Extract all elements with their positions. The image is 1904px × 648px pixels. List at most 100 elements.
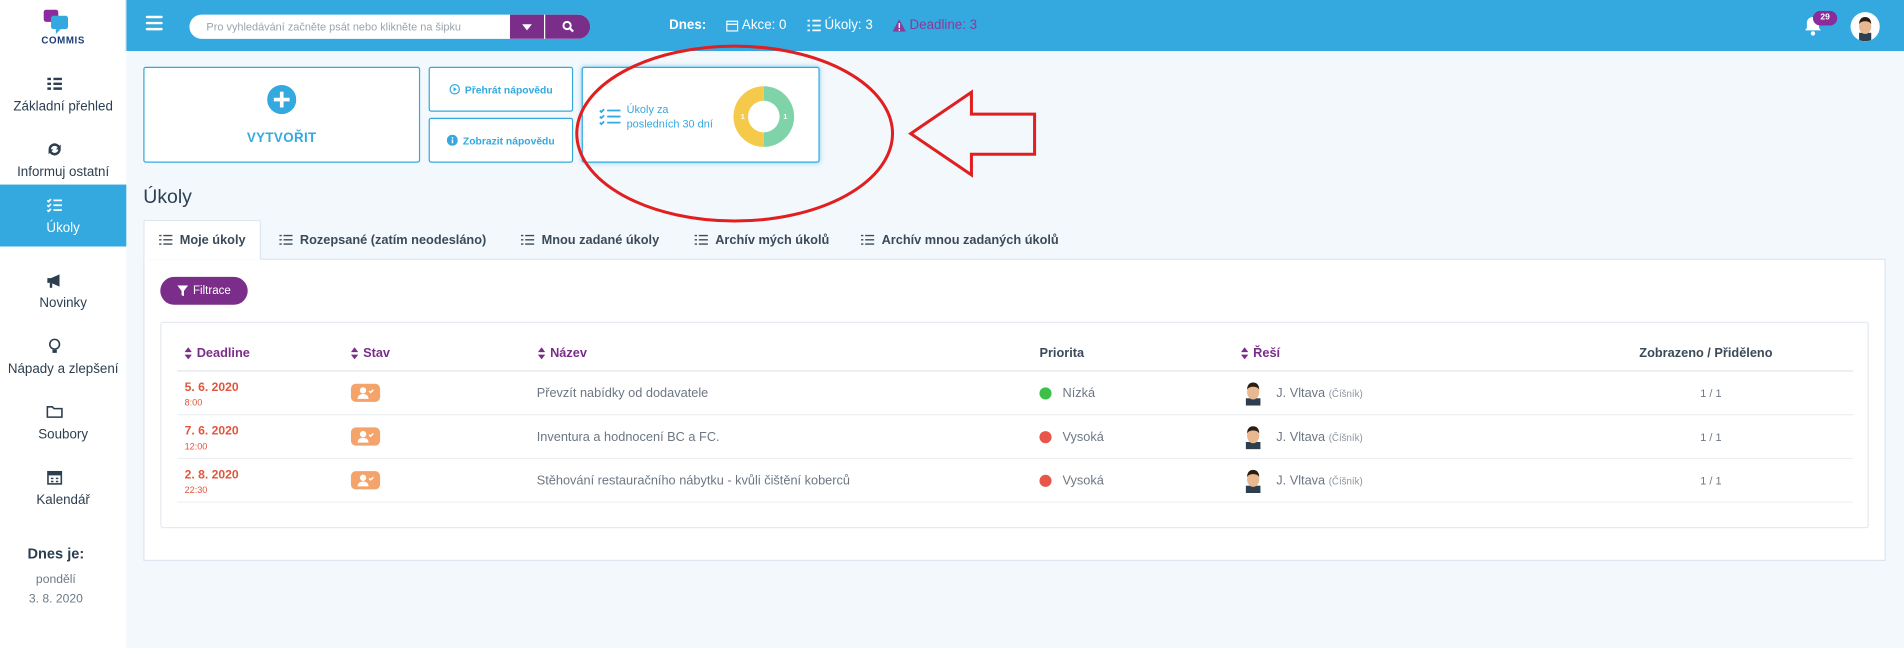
column-header-stav[interactable]: Stav [350, 346, 391, 361]
ukoly-counter[interactable]: Úkoly: 3 [807, 18, 873, 33]
deadline-date: 7. 6. 2020 [184, 425, 239, 439]
sidebar-item-kalendar[interactable]: Kalendář [0, 457, 126, 519]
sidebar-item-prehled[interactable]: Základní přehled [0, 63, 126, 125]
calendar-icon [47, 470, 63, 485]
status-badge [350, 471, 381, 490]
logo-text: COMMIS [41, 35, 85, 47]
play-help-button[interactable]: Přehrát nápovědu [428, 66, 574, 112]
column-header-label: Řeší [1253, 346, 1281, 361]
tab-label: Archív mnou zadaných úkolů [881, 232, 1059, 248]
tab-moje-ukoly[interactable]: Moje úkoly [143, 219, 262, 260]
sidebar-item-label: Novinky [39, 296, 87, 311]
today-label: Dnes: [669, 18, 707, 33]
sidebar-item-label: Informuj ostatní [17, 165, 110, 180]
sidebar: Základní přehled Informuj ostatní Úkoly … [0, 51, 127, 648]
tab-rozepsane[interactable]: Rozepsané (zatím neodesláno) [265, 220, 501, 260]
assignee-name: J. Vltava [1276, 473, 1326, 489]
table-row[interactable]: 2. 8. 2020 22:30 Stěhování restauračního… [177, 459, 1854, 503]
tasks-icon [159, 234, 173, 245]
assignee-name: J. Vltava [1276, 429, 1326, 445]
search-button[interactable] [545, 14, 591, 39]
column-header-label: Stav [363, 346, 391, 361]
today-date: 3. 8. 2020 [28, 592, 83, 606]
page-title: Úkoly [143, 187, 192, 208]
search-bar [189, 14, 591, 39]
assignee-avatar-icon [1245, 426, 1261, 450]
tasks-stats-widget[interactable]: Úkoly za posledních 30 dní 1 1 [581, 66, 820, 163]
lightbulb-icon [48, 338, 61, 353]
sidebar-item-novinky[interactable]: Novinky [0, 260, 126, 322]
akce-counter[interactable]: Akce: 0 [726, 18, 786, 33]
filter-button[interactable]: Filtrace [160, 276, 248, 305]
show-help-button[interactable]: Zobrazit nápovědu [428, 117, 574, 163]
column-header-label: Název [550, 346, 587, 361]
sync-icon [48, 143, 61, 156]
priority-dot [1039, 387, 1052, 400]
donut-left-segment [733, 86, 764, 147]
avatar-icon [1850, 12, 1880, 42]
tab-mnou-zadane[interactable]: Mnou zadané úkoly [506, 220, 673, 260]
tab-label: Archív mých úkolů [715, 232, 830, 248]
sidebar-item-label: Soubory [38, 427, 89, 443]
filter-icon [177, 285, 189, 297]
user-avatar[interactable] [1850, 12, 1880, 42]
deadline-time: 12:00 [184, 440, 208, 452]
sidebar-item-label: Základní přehled [13, 99, 113, 115]
menu-toggle-icon[interactable] [145, 15, 163, 31]
assignee-avatar-icon [1245, 469, 1261, 494]
top-bar: COMMIS Dnes: Akce: 0 Úkoly: 3 Deadline: … [0, 0, 1904, 52]
deadline-counter[interactable]: Deadline: 3 [892, 18, 977, 33]
megaphone-icon [47, 274, 60, 288]
tasks-icon [807, 19, 821, 32]
assignee: J. Vltava (Číšník) [1276, 386, 1362, 401]
task-name: Stěhování restauračního nábytku - kvůli … [536, 473, 850, 489]
assignee-role: (Číšník) [1328, 388, 1363, 400]
sidebar-item-soubory[interactable]: Soubory [0, 391, 126, 453]
donut-chart: 1 1 [733, 86, 795, 147]
sort-icon [1241, 347, 1249, 360]
user-assigned-icon [357, 387, 374, 399]
column-header-resi[interactable]: Řeší [1241, 346, 1280, 361]
column-header-priorita: Priorita [1039, 346, 1084, 361]
column-header-deadline[interactable]: Deadline [184, 346, 250, 361]
create-button[interactable]: VYTVOŘIT [143, 66, 421, 163]
today-day: pondělí [35, 573, 76, 587]
sort-icon [350, 347, 359, 360]
warning-icon [892, 19, 906, 32]
sidebar-item-napady[interactable]: Nápady a zlepšení [0, 325, 126, 387]
tasks-icon [860, 234, 875, 245]
priority-label: Nízká [1062, 386, 1096, 401]
assignee: J. Vltava (Číšník) [1276, 430, 1362, 445]
deadline-date: 5. 6. 2020 [184, 381, 239, 395]
play-circle-icon [449, 84, 460, 95]
tab-archiv-mych[interactable]: Archív mých úkolů [680, 220, 844, 260]
priority-dot [1039, 431, 1052, 444]
show-help-label: Zobrazit nápovědu [462, 134, 555, 147]
filter-label: Filtrace [192, 284, 231, 298]
user-assigned-icon [357, 474, 374, 487]
assignee-name: J. Vltava [1276, 386, 1326, 401]
sidebar-item-ukoly[interactable]: Úkoly [0, 184, 127, 247]
search-input[interactable] [189, 14, 511, 39]
annotation-arrow [908, 89, 1037, 178]
table-row[interactable]: 5. 6. 2020 8:00 Převzít nabídky od dodav… [177, 372, 1854, 416]
logo[interactable]: COMMIS [0, 0, 127, 52]
user-assigned-icon [357, 430, 374, 443]
tab-label: Moje úkoly [179, 232, 246, 248]
notification-badge: 29 [1812, 10, 1838, 26]
assignee-avatar-icon [1245, 382, 1261, 406]
search-icon [562, 20, 574, 33]
task-name: Inventura a hodnocení BC a FC. [536, 429, 720, 445]
logo-icon [43, 9, 69, 35]
table-row[interactable]: 7. 6. 2020 12:00 Inventura a hodnocení B… [177, 415, 1854, 460]
search-dropdown-icon[interactable] [510, 14, 545, 39]
sidebar-item-informuj[interactable]: Informuj ostatní [0, 129, 126, 191]
tab-label: Mnou zadané úkoly [541, 232, 660, 248]
tab-label: Rozepsané (zatím neodesláno) [299, 232, 487, 248]
view-count: 1 / 1 [1700, 474, 1722, 487]
tab-archiv-zadanych[interactable]: Archív mnou zadaných úkolů [846, 220, 1073, 260]
column-header-nazev[interactable]: Název [537, 346, 587, 361]
donut-right-value: 1 [783, 112, 787, 121]
play-help-label: Přehrát nápovědu [464, 83, 553, 96]
donut-right-segment [763, 86, 795, 147]
